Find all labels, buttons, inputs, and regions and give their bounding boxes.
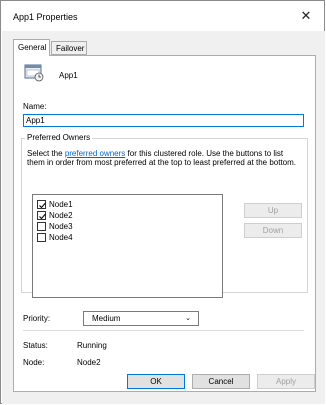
node-value: Node2 <box>77 358 101 367</box>
close-icon[interactable]: ✕ <box>294 6 318 26</box>
node4-checkbox[interactable] <box>37 233 46 242</box>
preferred-owners-group: Preferred Owners Select the preferred ow… <box>21 133 308 298</box>
general-tab-panel: App1 Name: App1 Preferred Owners Select … <box>13 55 316 392</box>
up-button[interactable]: Up <box>244 203 302 218</box>
tab-failover[interactable]: Failover <box>51 41 87 55</box>
name-label: Name: <box>23 102 47 111</box>
cancel-button[interactable]: Cancel <box>192 374 250 389</box>
status-value: Running <box>77 341 107 350</box>
dialog-body: General Failover App1 Name: App1 Preferr… <box>2 31 325 404</box>
node1-checkbox[interactable] <box>37 200 46 209</box>
priority-value: Medium <box>92 314 121 323</box>
node-label: Node4 <box>49 233 73 242</box>
clustered-role-icon <box>24 64 44 82</box>
tab-general[interactable]: General <box>13 39 50 56</box>
preferred-owners-list[interactable]: Node1 Node2 Node3 Node4 <box>32 194 223 298</box>
chevron-down-icon: ⌄ <box>185 315 191 322</box>
apply-button[interactable]: Apply <box>257 374 315 389</box>
properties-dialog: App1 Properties ✕ General Failover App1 … <box>0 0 325 404</box>
node-label-static: Node: <box>23 358 45 367</box>
node-label: Node3 <box>49 222 73 231</box>
node3-checkbox[interactable] <box>37 222 46 231</box>
status-label: Status: <box>23 341 48 350</box>
title-bar: App1 Properties ✕ <box>1 1 324 31</box>
node-label: Node2 <box>49 211 73 220</box>
preferred-owners-description: Select the preferred owners for this clu… <box>27 149 303 167</box>
app-name: App1 <box>59 71 78 80</box>
name-input[interactable]: App1 <box>23 114 304 127</box>
priority-dropdown[interactable]: Medium ⌄ <box>83 311 199 326</box>
down-button[interactable]: Down <box>244 223 302 238</box>
node2-checkbox[interactable] <box>37 211 46 220</box>
dialog-title: App1 Properties <box>13 12 78 22</box>
ok-button[interactable]: OK <box>127 374 185 389</box>
priority-label: Priority: <box>23 314 51 323</box>
preferred-owners-title: Preferred Owners <box>25 133 93 142</box>
node-label: Node1 <box>49 200 73 209</box>
divider <box>23 330 304 331</box>
